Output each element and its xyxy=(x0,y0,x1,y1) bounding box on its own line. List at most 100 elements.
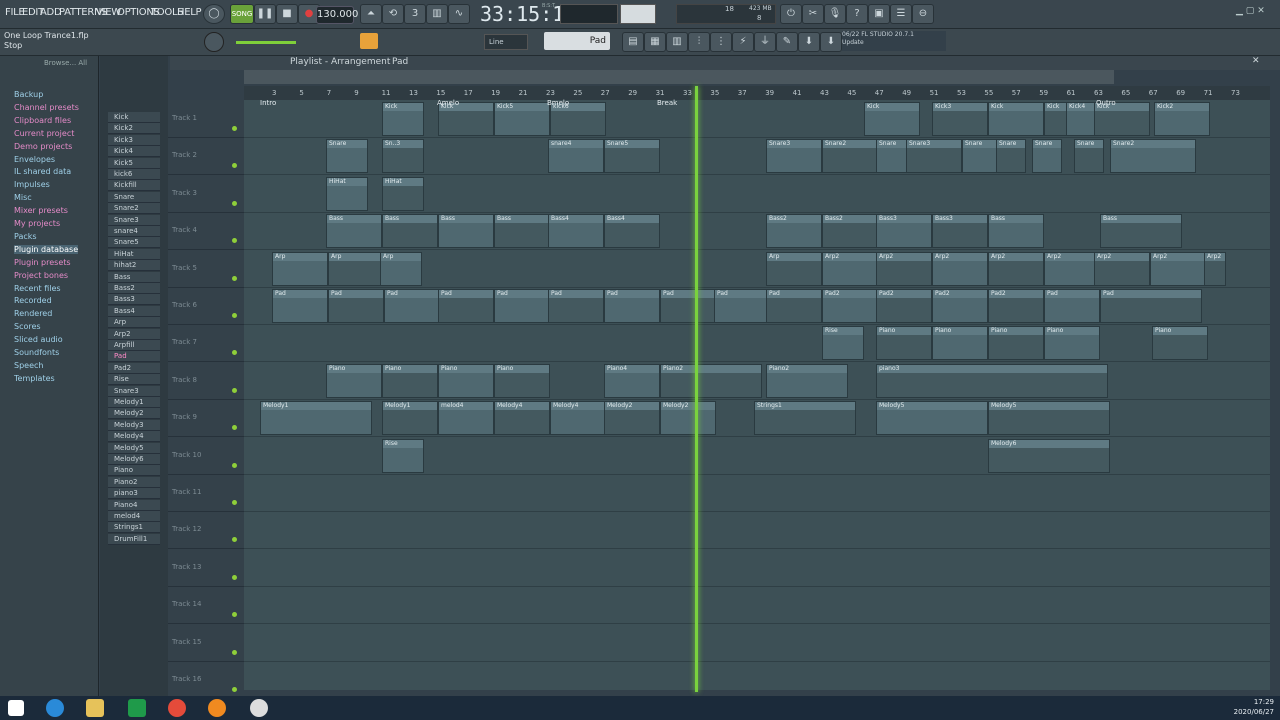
track-enable-led[interactable] xyxy=(232,612,237,618)
obs-icon[interactable] xyxy=(250,699,268,717)
track-header[interactable]: Track 7 xyxy=(168,324,244,363)
pattern-clip[interactable]: Piano2 xyxy=(660,363,762,398)
browser-header[interactable]: Browse... All xyxy=(44,59,87,67)
pattern-clip[interactable]: Pad xyxy=(438,289,494,323)
windows-start-icon[interactable] xyxy=(8,700,24,716)
channel-button[interactable]: Pad2 xyxy=(108,362,160,374)
time-marker[interactable]: Break xyxy=(657,99,677,107)
pattern-clip[interactable]: Melody5 xyxy=(988,401,1110,436)
channel-button[interactable]: Snare xyxy=(108,191,160,203)
pattern-clip[interactable]: Snare xyxy=(1074,139,1104,174)
close-icon[interactable]: ✕ xyxy=(1257,6,1265,16)
pattern-clip[interactable]: Kick5 xyxy=(494,102,550,136)
time-marker[interactable]: Bmelo xyxy=(547,99,569,107)
playlist-close-icon[interactable]: ✕ xyxy=(1252,56,1260,66)
news-panel[interactable]: 06/22 FL STUDIO 20.7.1 Update xyxy=(842,31,946,51)
pattern-clip[interactable]: Pad xyxy=(660,289,716,323)
pattern-clip[interactable]: Snare2 xyxy=(1110,139,1196,174)
channel-button[interactable]: Kick xyxy=(108,112,160,123)
help-button[interactable]: ? xyxy=(846,4,868,24)
pattern-clip[interactable]: Snare2 xyxy=(822,139,878,174)
maximize-icon[interactable]: ▢ xyxy=(1246,6,1255,16)
tempo-tap-button[interactable]: ✎ xyxy=(776,32,798,52)
track-header[interactable]: Track 8 xyxy=(168,362,244,400)
track-header[interactable]: Track 6 xyxy=(168,287,244,325)
channel-button[interactable]: piano3 xyxy=(108,488,160,500)
browser-item[interactable]: My projects xyxy=(14,219,60,228)
playhead[interactable] xyxy=(695,86,698,692)
pattern-clip[interactable]: Bass4 xyxy=(548,214,604,249)
browser-item[interactable]: Speech xyxy=(14,361,43,370)
pattern-clip[interactable]: Piano4 xyxy=(604,363,660,398)
pattern-clip[interactable]: HiHat xyxy=(326,176,368,211)
channel-button[interactable]: Pad xyxy=(108,351,160,363)
touch-controller-button[interactable]: ⏚ xyxy=(754,32,776,52)
track-lane[interactable] xyxy=(244,474,1270,512)
pattern-clip[interactable]: Melody2 xyxy=(604,401,660,436)
pattern-clip[interactable]: Melody4 xyxy=(494,401,550,436)
song-mode-toggle[interactable]: SONG xyxy=(230,4,254,24)
pattern-clip[interactable]: Rise xyxy=(822,326,864,361)
track-header[interactable]: Track 12 xyxy=(168,511,244,550)
track-lane[interactable] xyxy=(244,624,1270,662)
browser-item[interactable]: Recorded xyxy=(14,296,52,305)
channel-button[interactable]: Melody1 xyxy=(108,397,160,408)
pattern-clip[interactable]: Snare3 xyxy=(766,139,822,174)
wait-input-button[interactable]: ⟲ xyxy=(382,4,404,24)
pattern-clip[interactable]: Arp2 xyxy=(932,251,988,286)
pattern-clip[interactable]: Arp2 xyxy=(1094,251,1150,286)
mixer-button[interactable]: ☰ xyxy=(890,4,912,24)
pattern-clip[interactable]: Kick xyxy=(382,102,424,136)
track-enable-led[interactable] xyxy=(232,238,237,244)
pattern-clip[interactable]: Piano xyxy=(494,363,550,398)
channel-button[interactable]: Kick4 xyxy=(108,146,160,158)
track-enable-led[interactable] xyxy=(232,275,237,281)
pattern-clip[interactable]: Snare5 xyxy=(604,139,660,174)
pattern-clip[interactable]: Kick xyxy=(438,102,494,136)
track-lane[interactable] xyxy=(244,549,1270,587)
channel-button[interactable]: Melody2 xyxy=(108,408,160,420)
pattern-clip[interactable]: melod4 xyxy=(438,401,494,436)
pattern-clip[interactable]: Pad2 xyxy=(876,289,932,323)
pattern-clip[interactable]: Arp2 xyxy=(1044,251,1100,286)
pattern-clip[interactable]: Kick4 xyxy=(1066,102,1096,136)
channel-button[interactable]: Bass xyxy=(108,271,160,283)
channel-button[interactable]: kick6 xyxy=(108,169,160,180)
channel-button[interactable]: melod4 xyxy=(108,511,160,522)
save-button[interactable]: ▣ xyxy=(868,4,890,24)
browser-item[interactable]: Recent files xyxy=(14,284,61,293)
pattern-clip[interactable]: Bass4 xyxy=(604,214,660,249)
channel-button[interactable]: Kick2 xyxy=(108,123,160,135)
channel-button[interactable]: Arp2 xyxy=(108,328,160,340)
pattern-clip[interactable]: snare4 xyxy=(548,139,604,174)
pattern-clip[interactable]: Pad xyxy=(1100,289,1202,323)
track-header[interactable]: Track 2 xyxy=(168,137,244,176)
browser-item[interactable]: Envelopes xyxy=(14,155,55,164)
browser-item[interactable]: Impulses xyxy=(14,180,50,189)
browser-item[interactable]: Project bones xyxy=(14,271,68,280)
pattern-clip[interactable]: Bass xyxy=(326,214,382,249)
pattern-clip[interactable]: Pad xyxy=(604,289,660,323)
channel-button[interactable]: Bass4 xyxy=(108,305,160,317)
line-mode-select[interactable]: Line xyxy=(484,34,528,50)
track-header[interactable]: Track 9 xyxy=(168,399,244,438)
pattern-clip[interactable]: Arp xyxy=(380,251,422,286)
pattern-clip[interactable]: Rise xyxy=(382,438,424,473)
pattern-clip[interactable]: Bass xyxy=(438,214,494,249)
online-button[interactable]: ⏻ xyxy=(780,4,802,24)
pattern-clip[interactable]: Pad2 xyxy=(822,289,878,323)
pattern-clip[interactable]: Kick xyxy=(1094,102,1150,136)
countdown-button[interactable]: 3 xyxy=(404,4,426,24)
browser-item[interactable]: Sliced audio xyxy=(14,335,63,344)
browser-item[interactable]: Misc xyxy=(14,193,32,202)
pattern-clip[interactable]: Strings1 xyxy=(754,401,856,436)
browser-item[interactable]: IL shared data xyxy=(14,167,71,176)
pattern-clip[interactable]: Bass3 xyxy=(876,214,932,249)
track-header[interactable]: Track 16 xyxy=(168,661,244,699)
pattern-clip[interactable]: Piano xyxy=(326,363,382,398)
channel-button[interactable]: Kickfill xyxy=(108,180,160,192)
channel-button[interactable]: hihat2 xyxy=(108,260,160,272)
chrome-icon[interactable] xyxy=(168,699,186,717)
pattern-clip[interactable]: Pad xyxy=(384,289,440,323)
channel-button[interactable]: Snare5 xyxy=(108,237,160,249)
